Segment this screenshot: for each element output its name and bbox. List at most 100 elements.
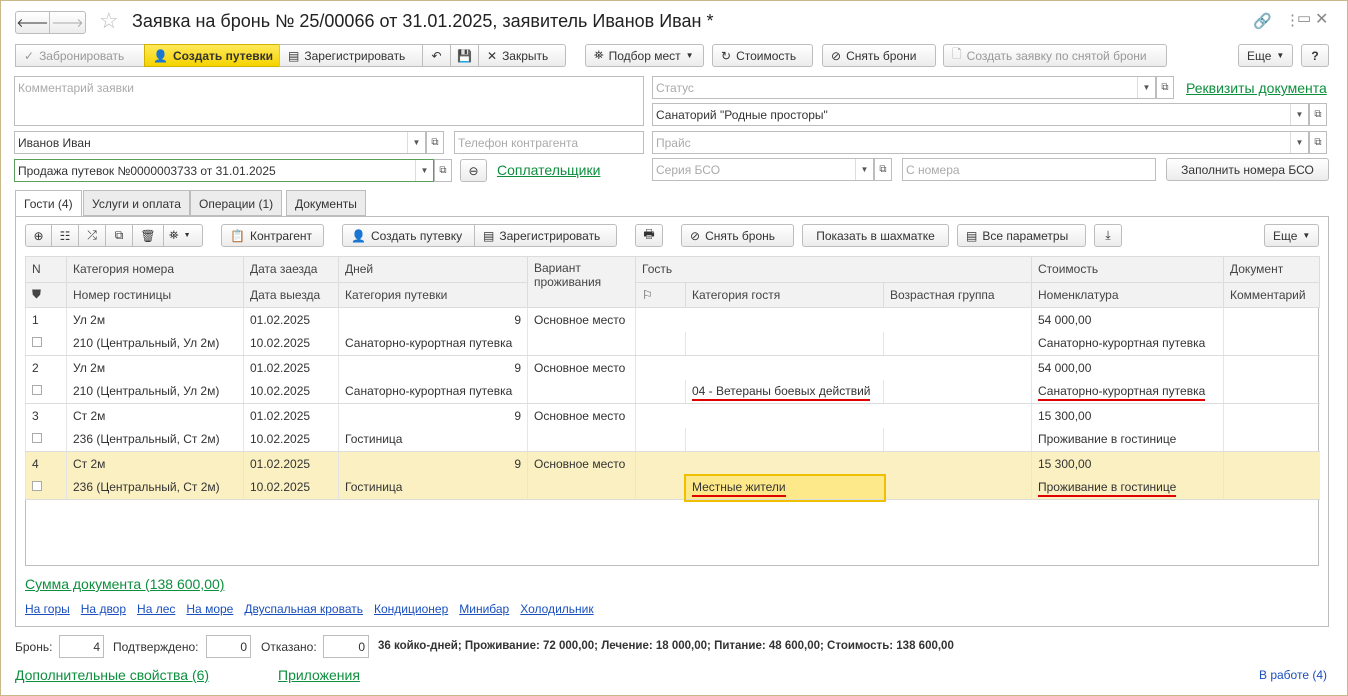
attachments-link[interactable]: Приложения bbox=[278, 667, 360, 683]
cancel-bookings-button[interactable]: ⊘ Снять брони bbox=[822, 44, 936, 67]
open-icon[interactable]: ⧉ bbox=[434, 159, 452, 182]
tab-services[interactable]: Услуги и оплата bbox=[83, 190, 190, 216]
chevron-down-icon[interactable]: ▼ bbox=[407, 132, 425, 153]
table-row[interactable]: 2 Ул 2м 01.02.2025 9 Основное место 54 0… bbox=[25, 355, 1320, 380]
chevron-down-icon[interactable]: ▼ bbox=[415, 160, 433, 181]
table-row[interactable]: 3 Ст 2м 01.02.2025 9 Основное место 15 3… bbox=[25, 403, 1320, 428]
table-row[interactable]: 236 (Центральный, Ст 2м) 10.02.2025 Гост… bbox=[25, 427, 1320, 452]
open-icon[interactable]: ⧉ bbox=[1309, 103, 1327, 126]
requisites-link[interactable]: Реквизиты документа bbox=[1186, 80, 1327, 96]
col-voucher-category[interactable]: Категория путевки bbox=[338, 281, 528, 308]
status-text[interactable]: В работе (4) bbox=[1259, 668, 1327, 682]
checkbox[interactable] bbox=[32, 385, 42, 396]
sale-field[interactable]: Продажа путевок №0000003733 от 31.01.202… bbox=[14, 159, 434, 182]
tag-link[interactable]: Двуспальная кровать bbox=[244, 602, 363, 616]
chevron-down-icon[interactable]: ▼ bbox=[1290, 104, 1308, 125]
close-icon[interactable]: ✕ bbox=[1315, 9, 1328, 29]
fill-bso-button[interactable]: Заполнить номера БСО bbox=[1166, 158, 1329, 181]
counterparty-button[interactable]: 📋 Контрагент bbox=[221, 224, 324, 247]
tag-link[interactable]: На двор bbox=[81, 602, 126, 616]
col-n[interactable]: N bbox=[25, 256, 67, 283]
forward-button[interactable]: 🡒 bbox=[49, 11, 86, 34]
create-vouchers-button[interactable]: 👤 Создать путевки bbox=[144, 44, 280, 67]
booked-field[interactable]: 4 bbox=[59, 635, 104, 658]
tab-documents[interactable]: Документы bbox=[286, 190, 366, 216]
open-icon[interactable]: ⧉ bbox=[874, 158, 892, 181]
tag-link[interactable]: Кондиционер bbox=[374, 602, 448, 616]
show-chess-button[interactable]: Показать в шахматке bbox=[802, 224, 949, 247]
sanatorium-field[interactable]: Санаторий "Родные просторы" ▼ bbox=[652, 103, 1309, 126]
col-room-number[interactable]: Номер гостиницы bbox=[66, 281, 244, 308]
extra-properties-link[interactable]: Дополнительные свойства (6) bbox=[15, 667, 209, 683]
tag-link[interactable]: Холодильник bbox=[520, 602, 593, 616]
all-params-button[interactable]: ▤ Все параметры bbox=[957, 224, 1086, 247]
checkbox[interactable] bbox=[32, 337, 42, 348]
register-button[interactable]: ▤ Зарегистрировать bbox=[279, 44, 423, 67]
table-row[interactable]: 210 (Центральный, Ул 2м) 10.02.2025 Сана… bbox=[25, 379, 1320, 404]
chevron-down-icon[interactable]: ▼ bbox=[1137, 77, 1155, 98]
delete-button[interactable]: 🗑 bbox=[132, 224, 164, 247]
open-icon[interactable]: ⧉ bbox=[1309, 131, 1327, 154]
chevron-down-icon[interactable]: ▼ bbox=[1290, 132, 1308, 153]
tab-operations[interactable]: Операции (1) bbox=[190, 190, 283, 216]
export-button[interactable]: ⤓ bbox=[1094, 224, 1122, 247]
tag-link[interactable]: На море bbox=[186, 602, 233, 616]
find-button[interactable]: ⛯ ▼ bbox=[163, 224, 203, 247]
open-icon[interactable]: ⧉ bbox=[1156, 76, 1174, 99]
favorite-star-icon[interactable]: ☆ bbox=[99, 8, 119, 34]
col-comment[interactable]: Комментарий bbox=[1223, 281, 1320, 308]
back-button[interactable]: 🡐 bbox=[15, 11, 50, 34]
guest-category-cell[interactable] bbox=[685, 331, 884, 356]
col-guest[interactable]: Гость bbox=[635, 256, 1032, 283]
cancel-booking-button[interactable]: ⊘ Снять бронь bbox=[681, 224, 794, 247]
add-button[interactable]: ⊕ bbox=[25, 224, 52, 247]
chevron-down-icon[interactable]: ▼ bbox=[855, 159, 873, 180]
close-button[interactable]: ✕ Закрыть bbox=[478, 44, 566, 67]
checkbox[interactable] bbox=[32, 433, 42, 444]
pick-places-button[interactable]: ⛯ Подбор мест ▼ bbox=[585, 44, 704, 67]
link-icon[interactable]: 🔗 bbox=[1253, 12, 1272, 30]
comment-field[interactable]: Комментарий заявки bbox=[14, 76, 644, 126]
table-row[interactable]: 210 (Центральный, Ул 2м) 10.02.2025 Сана… bbox=[25, 331, 1320, 356]
client-field[interactable]: Иванов Иван ▼ bbox=[14, 131, 426, 154]
col-room-category[interactable]: Категория номера bbox=[66, 256, 244, 283]
tag-link[interactable]: На горы bbox=[25, 602, 70, 616]
checkbox[interactable] bbox=[32, 481, 42, 492]
cost-button[interactable]: ↻ Стоимость bbox=[712, 44, 813, 67]
col-cost[interactable]: Стоимость bbox=[1031, 256, 1224, 283]
col-departure[interactable]: Дата выезда bbox=[243, 281, 339, 308]
col-age-group[interactable]: Возрастная группа bbox=[883, 281, 1032, 308]
phone-field[interactable]: Телефон контрагента bbox=[454, 131, 644, 154]
guests-more-button[interactable]: Еще ▼ bbox=[1264, 224, 1319, 247]
col-nomenclature[interactable]: Номенклатура bbox=[1031, 281, 1224, 308]
col-days[interactable]: Дней bbox=[338, 256, 528, 283]
doc-sum-link[interactable]: Сумма документа (138 600,00) bbox=[25, 576, 224, 592]
create-voucher-button[interactable]: 👤 Создать путевку bbox=[342, 224, 475, 247]
help-button[interactable]: ? bbox=[1301, 44, 1329, 67]
price-field[interactable]: Прайс ▼ bbox=[652, 131, 1309, 154]
guest-category-cell[interactable]: 04 - Ветераны боевых действий bbox=[685, 379, 884, 404]
confirmed-field[interactable]: 0 bbox=[206, 635, 251, 658]
save-button[interactable]: 💾 bbox=[450, 44, 479, 67]
col-arrival[interactable]: Дата заезда bbox=[243, 256, 339, 283]
copayers-link[interactable]: Соплательщики bbox=[497, 162, 600, 178]
col-guest-category[interactable]: Категория гостя bbox=[685, 281, 884, 308]
table-row[interactable]: 4 Ст 2м 01.02.2025 9 Основное место 15 3… bbox=[25, 451, 1320, 476]
copy-button[interactable]: ⧉ bbox=[105, 224, 133, 247]
print-button[interactable]: 🖶 bbox=[635, 224, 663, 247]
tab-guests[interactable]: Гости (4) bbox=[15, 190, 82, 217]
hierarchy-button[interactable]: ☷ bbox=[51, 224, 79, 247]
minimize-icon[interactable]: ▭ bbox=[1297, 9, 1311, 27]
create-from-cancelled-button[interactable]: 🗋 Создать заявку по снятой брони bbox=[943, 44, 1167, 67]
col-variant[interactable]: Вариант проживания bbox=[527, 256, 636, 308]
table-row[interactable]: 1 Ул 2м 01.02.2025 9 Основное место 54 0… bbox=[25, 307, 1320, 332]
tag-link[interactable]: Минибар bbox=[459, 602, 509, 616]
more-button[interactable]: Еще ▼ bbox=[1238, 44, 1293, 67]
status-field[interactable]: Статус ▼ bbox=[652, 76, 1156, 99]
col-document[interactable]: Документ bbox=[1223, 256, 1320, 283]
book-button[interactable]: ✓ Забронировать bbox=[15, 44, 145, 67]
go-back-button[interactable]: ⊖ bbox=[460, 159, 487, 182]
from-number-field[interactable]: С номера bbox=[902, 158, 1156, 181]
shuffle-button[interactable]: ⤮ bbox=[78, 224, 106, 247]
register-guest-button[interactable]: ▤ Зарегистрировать bbox=[474, 224, 617, 247]
